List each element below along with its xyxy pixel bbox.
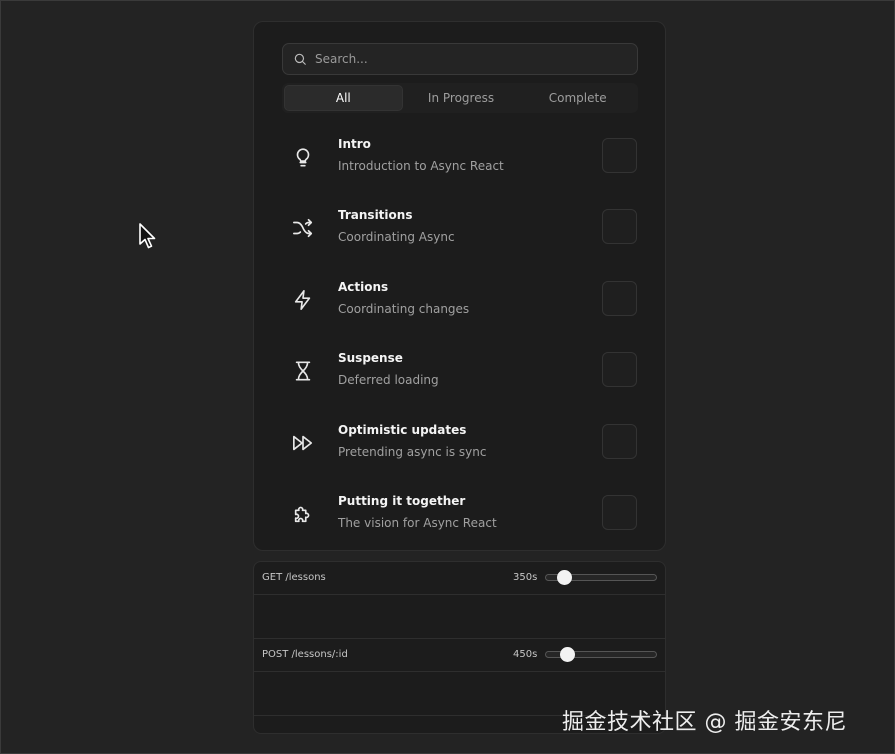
hourglass-icon bbox=[292, 360, 314, 382]
lesson-item-suspense[interactable]: Suspense Deferred loading bbox=[282, 337, 638, 408]
shuffle-icon bbox=[292, 217, 314, 239]
lesson-item-intro[interactable]: Intro Introduction to Async React bbox=[282, 123, 638, 194]
lesson-complete-checkbox[interactable] bbox=[602, 138, 637, 173]
request-label: POST /lessons/:id bbox=[262, 649, 348, 660]
request-row-get-lessons: GET /lessons 350s bbox=[254, 562, 665, 595]
lightning-icon bbox=[292, 289, 314, 311]
lesson-title: Suspense bbox=[338, 351, 403, 366]
filter-tabs: All In Progress Complete bbox=[282, 83, 638, 113]
puzzle-icon bbox=[292, 503, 314, 525]
lesson-title: Optimistic updates bbox=[338, 422, 467, 437]
lesson-card: All In Progress Complete Intro Introduct… bbox=[253, 21, 666, 551]
lesson-title: Actions bbox=[338, 279, 389, 294]
request-delay-value: 350s bbox=[513, 572, 538, 583]
lesson-item-optimistic-updates[interactable]: Optimistic updates Pretending async is s… bbox=[282, 409, 638, 480]
request-delay-value: 450s bbox=[513, 649, 538, 660]
lesson-item-putting-it-together[interactable]: Putting it together The vision for Async… bbox=[282, 480, 638, 551]
lesson-complete-checkbox[interactable] bbox=[602, 423, 637, 459]
lesson-title: Putting it together bbox=[338, 493, 466, 508]
request-delay-slider[interactable] bbox=[545, 647, 657, 662]
lesson-title: Transitions bbox=[338, 208, 413, 223]
lesson-subtitle: Pretending async is sync bbox=[338, 444, 487, 459]
lesson-subtitle: Coordinating Async bbox=[338, 230, 455, 245]
tab-complete[interactable]: Complete bbox=[519, 85, 636, 111]
lesson-complete-checkbox[interactable] bbox=[602, 352, 637, 388]
mouse-cursor-icon bbox=[139, 223, 156, 249]
lesson-subtitle: Deferred loading bbox=[338, 373, 439, 388]
lesson-complete-checkbox[interactable] bbox=[602, 209, 637, 245]
lesson-item-actions[interactable]: Actions Coordinating changes bbox=[282, 266, 638, 337]
lesson-title: Intro bbox=[338, 137, 371, 151]
search-icon bbox=[294, 53, 306, 65]
request-delay-slider[interactable] bbox=[545, 570, 657, 585]
request-row-post-lesson: POST /lessons/:id 450s bbox=[254, 639, 665, 672]
lesson-complete-checkbox[interactable] bbox=[602, 494, 637, 530]
lesson-subtitle: Introduction to Async React bbox=[338, 159, 504, 173]
tab-in-progress[interactable]: In Progress bbox=[403, 85, 520, 111]
search-input[interactable] bbox=[315, 52, 615, 66]
lightbulb-icon bbox=[292, 146, 314, 168]
request-log-area bbox=[254, 595, 665, 639]
lesson-subtitle: Coordinating changes bbox=[338, 301, 470, 316]
slider-thumb[interactable] bbox=[559, 647, 575, 662]
watermark: 掘金技术社区 @ 掘金安东尼 bbox=[562, 710, 847, 735]
lesson-complete-checkbox[interactable] bbox=[602, 280, 637, 316]
lesson-subtitle: The vision for Async React bbox=[338, 515, 497, 530]
slider-thumb[interactable] bbox=[556, 570, 572, 585]
tab-all[interactable]: All bbox=[284, 85, 403, 111]
request-label: GET /lessons bbox=[262, 572, 326, 583]
fast-forward-icon bbox=[292, 432, 314, 454]
lesson-list: Intro Introduction to Async React Transi… bbox=[282, 123, 638, 551]
search-box[interactable] bbox=[282, 43, 638, 75]
lesson-item-transitions[interactable]: Transitions Coordinating Async bbox=[282, 194, 638, 265]
